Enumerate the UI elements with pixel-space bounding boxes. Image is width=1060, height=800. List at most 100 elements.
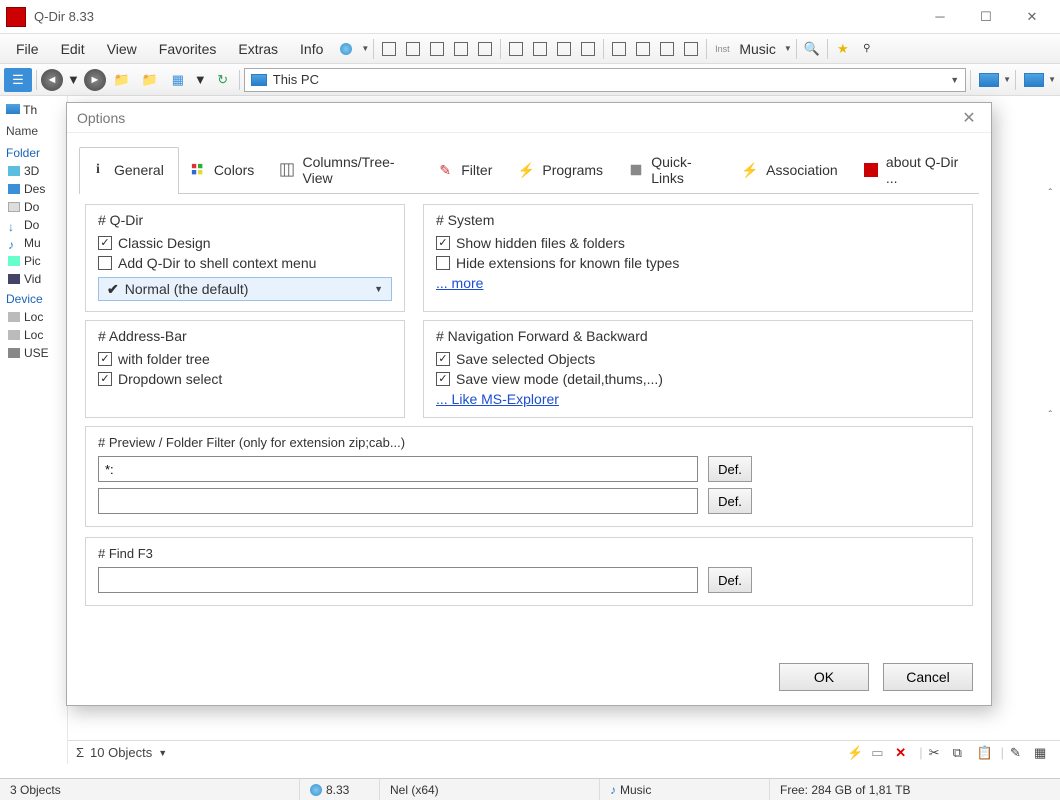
layout-13-icon[interactable] — [681, 39, 701, 59]
grid-icon[interactable]: ▦ — [1034, 745, 1052, 761]
list-item[interactable]: 3D — [6, 162, 67, 180]
folder-up-icon[interactable]: 📁 — [110, 68, 134, 92]
menu-view[interactable]: View — [97, 37, 147, 61]
refresh-icon[interactable]: ↻ — [211, 68, 235, 92]
layout-6-icon[interactable] — [506, 39, 526, 59]
layout-7-icon[interactable] — [530, 39, 550, 59]
layout-10-icon[interactable] — [609, 39, 629, 59]
preview-filter-input-1[interactable] — [98, 456, 698, 482]
checkbox-show-hidden[interactable] — [436, 236, 450, 250]
star-icon[interactable]: ★ — [833, 39, 853, 59]
inst-icon[interactable]: Inst — [712, 39, 732, 59]
def-button-2[interactable]: Def. — [708, 488, 752, 514]
dialog-close-button[interactable]: ✕ — [957, 106, 981, 130]
edit-icon[interactable]: ✎ — [1010, 745, 1028, 761]
tab-colors[interactable]: Colors — [179, 147, 269, 194]
list-item[interactable]: ♪Mu — [6, 234, 67, 252]
address-bar[interactable]: This PC ▼ — [244, 68, 966, 92]
checkbox-save-objects[interactable] — [436, 352, 450, 366]
checkbox-folder-tree[interactable] — [98, 352, 112, 366]
checkbox-hide-ext[interactable] — [436, 256, 450, 270]
find-input[interactable] — [98, 567, 698, 593]
link-more[interactable]: ... more — [436, 273, 483, 291]
list-item[interactable]: Do — [6, 198, 67, 216]
layout-8-icon[interactable] — [554, 39, 574, 59]
checkbox-save-view[interactable] — [436, 372, 450, 386]
nav-forward-button[interactable]: ► — [84, 69, 106, 91]
menu-info[interactable]: Info — [290, 37, 333, 61]
layout-9-icon[interactable] — [578, 39, 598, 59]
layout-12-icon[interactable] — [657, 39, 677, 59]
cancel-button[interactable]: Cancel — [883, 663, 973, 691]
layout-1-icon[interactable] — [379, 39, 399, 59]
tab-association[interactable]: ⚡Association — [731, 147, 853, 194]
preview-filter-input-2[interactable] — [98, 488, 698, 514]
checkbox-dropdown-select[interactable] — [98, 372, 112, 386]
mode-dropdown[interactable]: ✔Normal (the default)▼ — [98, 277, 392, 301]
monitor-icon-2[interactable] — [1024, 73, 1044, 87]
tree-toggle-icon[interactable]: ☰ — [4, 68, 32, 92]
objects-bar: Σ 10 Objects ▼ ⚡ ▭ ✕ | ✂ ⧉ 📋 | ✎ ▦ — [68, 740, 1060, 764]
dialog-titlebar: Options ✕ — [67, 103, 991, 133]
close-button[interactable]: ✕ — [1010, 3, 1054, 31]
lightning-icon[interactable]: ⚡ — [847, 745, 865, 761]
copy-icon[interactable]: ⧉ — [953, 745, 971, 761]
view-mode-icon[interactable]: ▦ — [166, 68, 190, 92]
list-item[interactable]: Loc — [6, 308, 67, 326]
options-dialog: Options ✕ iGeneral Colors Columns/Tree-V… — [66, 102, 992, 706]
objects-count[interactable]: 10 Objects — [90, 745, 152, 760]
checkbox-add-shell[interactable] — [98, 256, 112, 270]
list-item[interactable]: Pic — [6, 252, 67, 270]
def-button-1[interactable]: Def. — [708, 456, 752, 482]
list-item[interactable]: ↓Do — [6, 216, 67, 234]
layout-11-icon[interactable] — [633, 39, 653, 59]
group-qdir: # Q-Dir Classic Design Add Q-Dir to shel… — [85, 204, 405, 312]
cut-icon[interactable]: ✂ — [929, 745, 947, 761]
layout-3-icon[interactable] — [427, 39, 447, 59]
folder-icon[interactable]: ▭ — [871, 745, 889, 761]
list-item[interactable]: USE — [6, 344, 67, 362]
folder-go-icon[interactable]: 📁 — [138, 68, 162, 92]
def-button-3[interactable]: Def. — [708, 567, 752, 593]
music-label[interactable]: Music — [735, 41, 780, 57]
paste-icon[interactable]: 📋 — [977, 745, 995, 761]
status-build: Nel (x64) — [390, 783, 439, 797]
nav-back-button[interactable]: ◄ — [41, 69, 63, 91]
group-address-bar: # Address-Bar with folder tree Dropdown … — [85, 320, 405, 418]
layout-2-icon[interactable] — [403, 39, 423, 59]
collapse-icon[interactable]: ˆ — [1049, 410, 1052, 421]
folders-group[interactable]: Folder — [6, 142, 67, 162]
menu-favorites[interactable]: Favorites — [149, 37, 227, 61]
globe-icon — [310, 784, 322, 796]
tab-columns[interactable]: Columns/Tree-View — [269, 147, 426, 194]
maximize-button[interactable]: ☐ — [964, 3, 1008, 31]
menu-extras[interactable]: Extras — [228, 37, 288, 61]
ok-button[interactable]: OK — [779, 663, 869, 691]
menu-edit[interactable]: Edit — [51, 37, 95, 61]
monitor-icon-1[interactable] — [979, 73, 999, 87]
tab-quick-links[interactable]: Quick-Links — [618, 147, 731, 194]
pc-icon — [251, 74, 267, 86]
name-column-header[interactable]: Name — [6, 120, 67, 142]
minimize-button[interactable]: ─ — [918, 3, 962, 31]
link-like-explorer[interactable]: ... Like MS-Explorer — [436, 389, 559, 407]
checkbox-classic-design[interactable] — [98, 236, 112, 250]
delete-icon[interactable]: ✕ — [895, 745, 913, 761]
tab-general[interactable]: iGeneral — [79, 147, 179, 194]
list-item[interactable]: Des — [6, 180, 67, 198]
list-item[interactable]: Vid — [6, 270, 67, 288]
menu-file[interactable]: File — [6, 37, 49, 61]
tab-programs[interactable]: ⚡Programs — [507, 147, 618, 194]
tab-about[interactable]: about Q-Dir ... — [853, 147, 979, 194]
tab-filter[interactable]: ✎Filter — [426, 147, 507, 194]
search-icon[interactable]: 🔍 — [802, 39, 822, 59]
collapse-icon[interactable]: ˆ — [1049, 188, 1052, 199]
list-item[interactable]: Loc — [6, 326, 67, 344]
group-preview-filter: # Preview / Folder Filter (only for exte… — [85, 426, 973, 527]
layout-4-icon[interactable] — [451, 39, 471, 59]
layout-5-icon[interactable] — [475, 39, 495, 59]
devices-group[interactable]: Device — [6, 288, 67, 308]
globe-icon[interactable] — [336, 39, 356, 59]
sidebar-tab[interactable]: Th — [23, 103, 37, 117]
zoom-icon[interactable]: ⚲ — [857, 39, 877, 59]
